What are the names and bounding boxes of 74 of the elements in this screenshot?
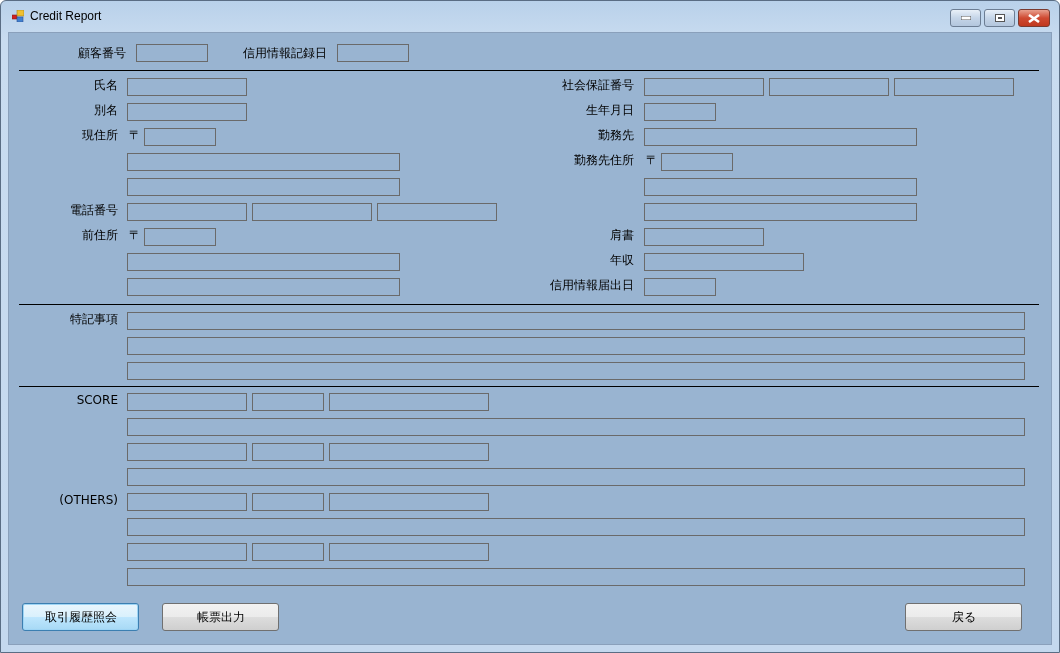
text-field[interactable] (127, 362, 1025, 380)
minimize-icon (960, 16, 971, 20)
text-field[interactable] (127, 203, 247, 221)
text-field[interactable] (644, 128, 917, 146)
text-field[interactable] (252, 543, 324, 561)
text-field[interactable] (329, 393, 489, 411)
action-button[interactable]: 帳票出力 (162, 603, 279, 631)
field-label: 肩書 (609, 228, 634, 242)
text-field[interactable] (644, 228, 764, 246)
field-label: 生年月日 (585, 103, 634, 117)
text-field[interactable] (144, 228, 216, 246)
text-field[interactable] (127, 337, 1025, 355)
close-icon (1028, 13, 1040, 23)
field-label: 氏名 (93, 78, 118, 92)
text-field[interactable] (377, 203, 497, 221)
action-button[interactable]: 戻る (905, 603, 1022, 631)
text-field[interactable] (127, 518, 1025, 536)
close-button[interactable] (1018, 9, 1050, 27)
text-field[interactable] (127, 312, 1025, 330)
text-field[interactable] (127, 418, 1025, 436)
text-field[interactable] (136, 44, 208, 62)
text-field[interactable] (127, 543, 247, 561)
field-label: 勤務先住所 (573, 153, 634, 167)
text-field[interactable] (144, 128, 216, 146)
postal-mark: 〒 (129, 228, 139, 242)
text-field[interactable] (252, 493, 324, 511)
text-field[interactable] (127, 493, 247, 511)
text-field[interactable] (127, 443, 247, 461)
text-field[interactable] (127, 103, 247, 121)
text-field[interactable] (644, 203, 917, 221)
field-label: 前住所 (81, 228, 118, 242)
text-field[interactable] (329, 443, 489, 461)
field-label: 顧客番号 (78, 44, 126, 62)
text-field[interactable] (252, 443, 324, 461)
field-label: 電話番号 (69, 203, 118, 217)
text-field[interactable] (661, 153, 733, 171)
field-label: 信用情報届出日 (549, 278, 634, 292)
text-field[interactable] (252, 393, 324, 411)
restore-icon (994, 14, 1005, 22)
text-field[interactable] (644, 103, 716, 121)
text-field[interactable] (127, 78, 247, 96)
text-field[interactable] (127, 178, 400, 196)
text-field[interactable] (127, 393, 247, 411)
field-label: 特記事項 (69, 312, 118, 326)
text-field[interactable] (127, 153, 400, 171)
text-field[interactable] (329, 493, 489, 511)
postal-mark: 〒 (129, 128, 139, 142)
window-title: Credit Report (30, 9, 102, 23)
field-label: 別名 (93, 103, 118, 117)
field-label: (OTHERS) (58, 493, 118, 507)
field-label: 年収 (609, 253, 634, 267)
app-icon (12, 10, 24, 22)
field-label: 社会保証番号 (561, 78, 634, 92)
text-field[interactable] (769, 78, 889, 96)
field-label: 現住所 (81, 128, 118, 142)
field-label: SCORE (75, 393, 118, 407)
text-field[interactable] (644, 78, 764, 96)
text-field[interactable] (127, 278, 400, 296)
text-field[interactable] (644, 253, 804, 271)
text-field[interactable] (127, 253, 400, 271)
postal-mark: 〒 (646, 153, 656, 167)
text-field[interactable] (127, 468, 1025, 486)
maximize-button[interactable] (984, 9, 1015, 27)
text-field[interactable] (337, 44, 409, 62)
field-label: 勤務先 (597, 128, 634, 142)
text-field[interactable] (644, 278, 716, 296)
text-field[interactable] (644, 178, 917, 196)
action-button[interactable]: 取引履歴照会 (22, 603, 139, 631)
text-field[interactable] (252, 203, 372, 221)
field-label: 信用情報記録日 (243, 44, 327, 62)
text-field[interactable] (894, 78, 1014, 96)
text-field[interactable] (127, 568, 1025, 586)
text-field[interactable] (329, 543, 489, 561)
minimize-button[interactable] (950, 9, 981, 27)
